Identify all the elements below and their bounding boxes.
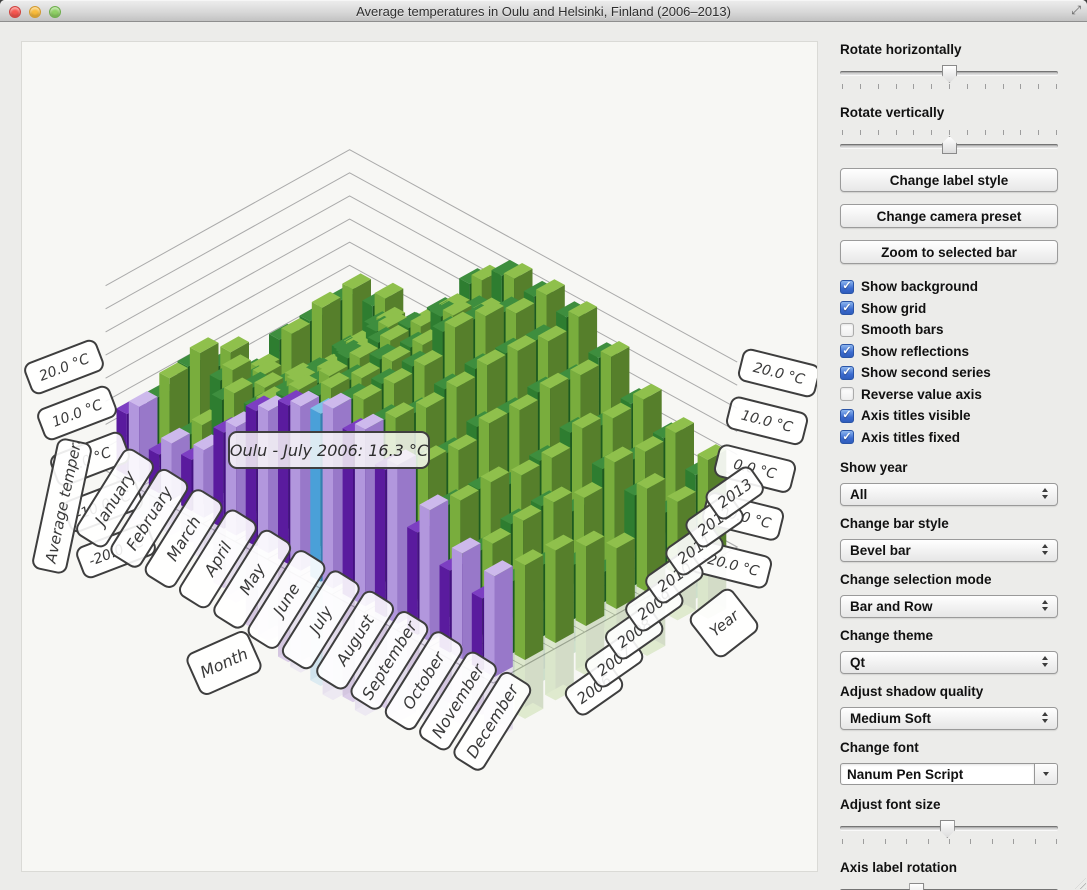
control-panel: Rotate horizontally Rotate vertically Ch… — [840, 22, 1058, 890]
checkbox-show-reflections[interactable]: ✓ Show reflections — [840, 341, 1058, 363]
checkbox-checked-icon[interactable]: ✓ — [840, 366, 854, 380]
value-axis-label-left: 10.0 °C — [36, 384, 118, 441]
selected-value: All — [850, 487, 867, 502]
slider-thumb[interactable] — [942, 65, 957, 83]
slider-ticks — [842, 84, 1056, 89]
select-label: Show year — [840, 460, 1058, 477]
slider-ticks — [842, 130, 1056, 135]
checkbox-unchecked-icon[interactable] — [840, 323, 854, 337]
value-axis-label-left: 20.0 °C — [23, 338, 105, 395]
bar-helsinki-2007-december[interactable] — [515, 549, 544, 660]
value-axis-label-right: 10.0 °C — [725, 396, 808, 446]
checkbox-label: Reverse value axis — [861, 387, 982, 402]
stepper-arrows-icon — [1042, 544, 1049, 555]
font-value[interactable]: Nanum Pen Script — [840, 763, 1034, 785]
checkbox-unchecked-icon[interactable] — [840, 387, 854, 401]
rotate-vertical-label: Rotate vertically — [840, 105, 1058, 122]
slider-thumb[interactable] — [909, 883, 924, 890]
checkbox-show-second-series[interactable]: ✓ Show second series — [840, 362, 1058, 384]
checkbox-label: Axis titles fixed — [861, 430, 960, 445]
select-group-adjust-shadow-quality: Adjust shadow quality Medium Soft — [840, 684, 1058, 730]
select-label: Change selection mode — [840, 572, 1058, 589]
rotate-vertical-slider[interactable] — [840, 128, 1058, 154]
font-size-label: Adjust font size — [840, 797, 1058, 814]
bar-helsinki-2006-december[interactable] — [484, 560, 513, 677]
font-combobox[interactable]: Nanum Pen Script — [840, 763, 1058, 785]
value-axis-label-right: 20.0 °C — [737, 348, 818, 398]
button-zoom-to-selected-bar[interactable]: Zoom to selected bar — [840, 240, 1058, 264]
window-resize-grip[interactable] — [1075, 878, 1086, 889]
select-change-theme[interactable]: Qt — [840, 651, 1058, 674]
button-change-camera-preset[interactable]: Change camera preset — [840, 204, 1058, 228]
checkbox-reverse-value-axis[interactable]: Reverse value axis — [840, 384, 1058, 406]
rotate-horizontal-label: Rotate horizontally — [840, 42, 1058, 59]
axis-label-rotation-slider[interactable] — [840, 883, 1058, 890]
select-show-year[interactable]: All — [840, 483, 1058, 506]
bar-helsinki-2009-december[interactable] — [576, 531, 605, 626]
select-label: Adjust shadow quality — [840, 684, 1058, 701]
select-adjust-shadow-quality[interactable]: Medium Soft — [840, 707, 1058, 730]
window-title: Average temperatures in Oulu and Helsink… — [0, 1, 1087, 23]
checkbox-label: Show second series — [861, 365, 991, 380]
stepper-arrows-icon — [1042, 712, 1049, 723]
checkbox-show-background[interactable]: ✓ Show background — [840, 276, 1058, 298]
fullscreen-icon[interactable]: ⤢ — [1071, 3, 1081, 18]
selected-value: Medium Soft — [850, 711, 931, 726]
checkbox-checked-icon[interactable]: ✓ — [840, 430, 854, 444]
month-axis-title: Month — [185, 629, 263, 696]
select-change-bar-style[interactable]: Bevel bar — [840, 539, 1058, 562]
font-size-slider[interactable] — [840, 820, 1058, 846]
rotate-horizontal-slider[interactable] — [840, 65, 1058, 91]
change-font-label: Change font — [840, 740, 1058, 757]
checkbox-checked-icon[interactable]: ✓ — [840, 409, 854, 423]
rotate-horizontal-group: Rotate horizontally — [840, 42, 1058, 91]
selection-tooltip: Oulu - July 2006: 16.3 °C — [228, 431, 430, 469]
bar-helsinki-2008-december[interactable] — [545, 535, 574, 643]
checkbox-checked-icon[interactable]: ✓ — [840, 280, 854, 294]
select-group-change-bar-style: Change bar style Bevel bar — [840, 516, 1058, 562]
selected-value: Bevel bar — [850, 543, 911, 558]
selected-value: Qt — [850, 655, 865, 670]
font-dropdown-button[interactable] — [1034, 763, 1058, 785]
slider-thumb[interactable] — [942, 136, 957, 154]
selected-value: Bar and Row — [850, 599, 933, 614]
stepper-arrows-icon — [1042, 488, 1049, 499]
change-font-group: Change font Nanum Pen Script — [840, 740, 1058, 785]
checkbox-smooth-bars[interactable]: Smooth bars — [840, 319, 1058, 341]
slider-thumb[interactable] — [940, 820, 955, 838]
checkbox-label: Show background — [861, 279, 978, 294]
window-titlebar: Average temperatures in Oulu and Helsink… — [0, 0, 1087, 22]
checkbox-checked-icon[interactable]: ✓ — [840, 301, 854, 315]
button-change-label-style[interactable]: Change label style — [840, 168, 1058, 192]
select-label: Change theme — [840, 628, 1058, 645]
rotate-vertical-group: Rotate vertically — [840, 105, 1058, 154]
font-size-group: Adjust font size — [840, 797, 1058, 846]
select-label: Change bar style — [840, 516, 1058, 533]
checkbox-axis-titles-fixed[interactable]: ✓ Axis titles fixed — [840, 427, 1058, 449]
checkbox-label: Axis titles visible — [861, 408, 971, 423]
checkbox-label: Smooth bars — [861, 322, 944, 337]
slider-ticks — [842, 839, 1056, 844]
chevron-down-icon — [1043, 772, 1049, 776]
checkbox-checked-icon[interactable]: ✓ — [840, 344, 854, 358]
app-window: Average temperatures in Oulu and Helsink… — [0, 0, 1087, 890]
checkbox-label: Show reflections — [861, 344, 969, 359]
axis-rotation-label: Axis label rotation — [840, 860, 1058, 877]
stepper-arrows-icon — [1042, 600, 1049, 611]
chart-3d-view[interactable]: 20.0 °C10.0 °C0.0 °C-10.0 °C-20.0 °C20.0… — [21, 41, 818, 872]
checkbox-label: Show grid — [861, 301, 926, 316]
checkbox-show-grid[interactable]: ✓ Show grid — [840, 298, 1058, 320]
checkbox-axis-titles-visible[interactable]: ✓ Axis titles visible — [840, 405, 1058, 427]
axis-rotation-group: Axis label rotation — [840, 860, 1058, 890]
select-group-change-selection-mode: Change selection mode Bar and Row — [840, 572, 1058, 618]
select-group-change-theme: Change theme Qt — [840, 628, 1058, 674]
stepper-arrows-icon — [1042, 656, 1049, 667]
select-change-selection-mode[interactable]: Bar and Row — [840, 595, 1058, 618]
bar-helsinki-2010-december[interactable] — [606, 533, 635, 610]
select-group-show-year: Show year All — [840, 460, 1058, 506]
